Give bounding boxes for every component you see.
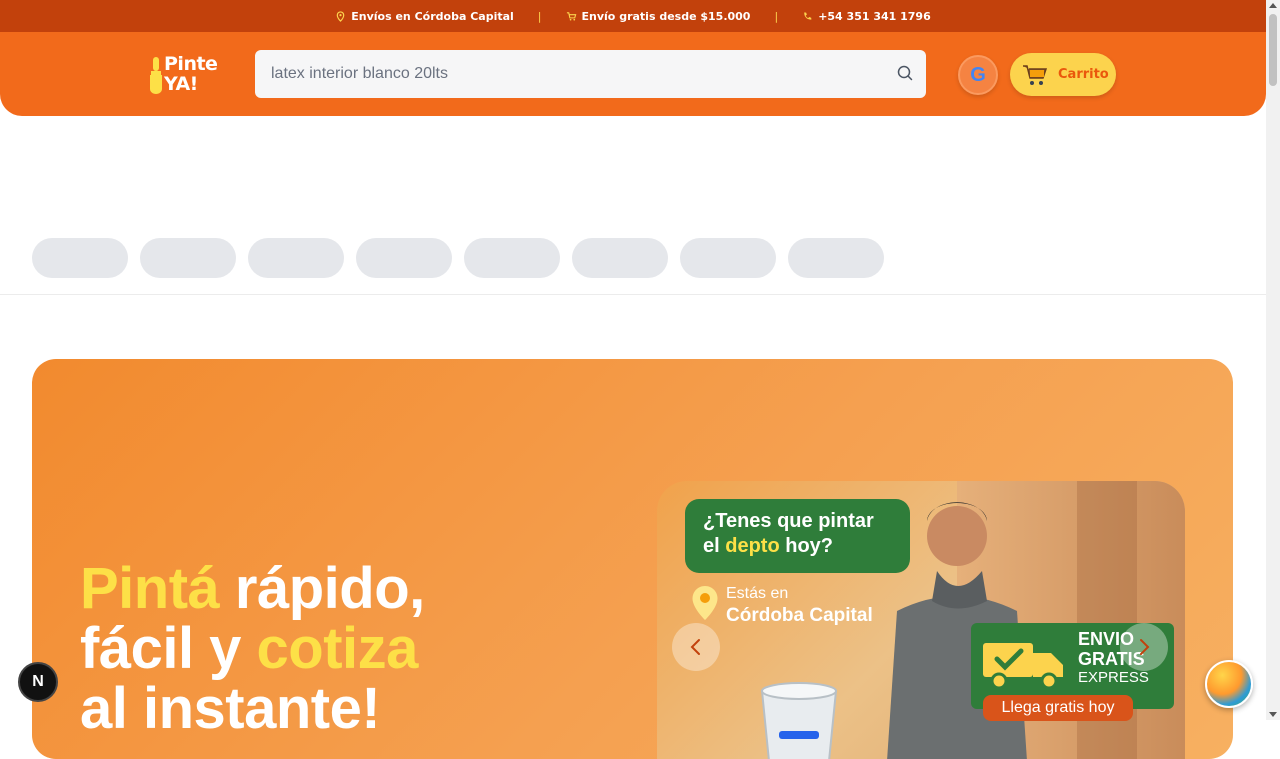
hero-title: Pintá rápido, fácil y cotiza al instante… bbox=[80, 559, 425, 739]
free-shipping-info: Envío gratis desde $15.000 bbox=[566, 9, 751, 23]
main-header: Pinte YA! G Carrito bbox=[0, 32, 1266, 116]
shopping-cart-icon bbox=[1023, 64, 1048, 85]
hero-title-text-3: al instante! bbox=[80, 676, 381, 741]
logo-text-line1: Pinte bbox=[164, 53, 218, 75]
envio-line-3: EXPRESS bbox=[1078, 669, 1149, 686]
category-pill-skeleton[interactable] bbox=[680, 238, 776, 278]
location-pin-icon bbox=[692, 586, 718, 620]
location-value: Córdoba Capital bbox=[726, 605, 873, 626]
question-line-2: el depto hoy? bbox=[703, 534, 892, 559]
cart-label: Carrito bbox=[1058, 67, 1109, 82]
separator: | bbox=[774, 9, 779, 23]
top-info-bar: Envíos en Córdoba Capital | Envío gratis… bbox=[0, 0, 1266, 32]
category-pill-skeleton[interactable] bbox=[788, 238, 884, 278]
search-icon[interactable] bbox=[896, 64, 914, 82]
section-divider bbox=[0, 294, 1266, 295]
cart-button[interactable]: Carrito bbox=[1010, 53, 1116, 96]
phone-text: +54 351 341 1796 bbox=[818, 9, 931, 23]
hero-title-text-1: rápido, bbox=[219, 556, 425, 621]
hero-section: Pintá rápido, fácil y cotiza al instante… bbox=[32, 359, 1233, 759]
free-shipping-text: Envío gratis desde $15.000 bbox=[581, 9, 751, 23]
scrollbar-thumb[interactable] bbox=[1269, 14, 1277, 86]
category-pill-skeleton[interactable] bbox=[248, 238, 344, 278]
search-bar[interactable] bbox=[255, 50, 926, 98]
carousel-prev-button[interactable] bbox=[672, 623, 720, 671]
category-pill-skeleton[interactable] bbox=[572, 238, 668, 278]
chevron-left-icon bbox=[690, 639, 700, 655]
category-pill-skeleton[interactable] bbox=[32, 238, 128, 278]
hero-title-text-2: fácil y bbox=[80, 616, 257, 681]
shipping-area-text: Envíos en Córdoba Capital bbox=[351, 9, 514, 23]
promo-banner[interactable]: ¿Tenes que pintar el depto hoy? Estás en… bbox=[657, 481, 1185, 759]
arrives-today-badge: Llega gratis hoy bbox=[983, 695, 1133, 721]
category-pill-skeleton[interactable] bbox=[140, 238, 236, 278]
category-pill-skeleton[interactable] bbox=[356, 238, 452, 278]
paint-brush-icon bbox=[150, 57, 162, 94]
paint-bucket-illustration bbox=[760, 682, 838, 759]
category-pills bbox=[32, 238, 884, 278]
question-line-2-c: hoy? bbox=[779, 535, 834, 557]
hero-title-highlight-1: Pintá bbox=[80, 556, 220, 621]
phone-icon bbox=[804, 11, 812, 20]
floating-action-button[interactable] bbox=[1205, 660, 1253, 708]
question-line-1: ¿Tenes que pintar bbox=[703, 510, 874, 532]
phone-info[interactable]: +54 351 341 1796 bbox=[802, 10, 931, 23]
google-login-button[interactable]: G bbox=[958, 55, 998, 95]
category-pill-skeleton[interactable] bbox=[464, 238, 560, 278]
shipping-area-info: Envíos en Córdoba Capital bbox=[335, 10, 514, 23]
banner-location: Estás en Córdoba Capital bbox=[691, 585, 873, 626]
separator: | bbox=[537, 9, 542, 23]
question-bubble: ¿Tenes que pintar el depto hoy? bbox=[685, 499, 910, 573]
search-input[interactable] bbox=[271, 65, 871, 83]
location-pin-icon bbox=[336, 10, 345, 22]
chevron-right-icon bbox=[1140, 639, 1150, 655]
hero-title-highlight-2: cotiza bbox=[256, 616, 419, 681]
question-line-2-a: el bbox=[703, 535, 726, 557]
scroll-up-arrow-icon[interactable] bbox=[1269, 3, 1277, 8]
carousel-next-button[interactable] bbox=[1120, 623, 1168, 671]
google-icon: G bbox=[970, 63, 986, 86]
cart-icon bbox=[566, 11, 576, 21]
page-scrollbar[interactable] bbox=[1266, 0, 1280, 720]
pinteya-logo[interactable]: Pinte YA! bbox=[146, 53, 228, 97]
nextjs-dev-badge[interactable]: N bbox=[18, 662, 58, 702]
location-label: Estás en bbox=[726, 585, 789, 602]
logo-text-line2: YA! bbox=[164, 73, 198, 95]
question-line-2-highlight: depto bbox=[725, 535, 780, 557]
delivery-truck-icon bbox=[983, 643, 1063, 690]
scroll-down-arrow-icon[interactable] bbox=[1269, 712, 1277, 717]
